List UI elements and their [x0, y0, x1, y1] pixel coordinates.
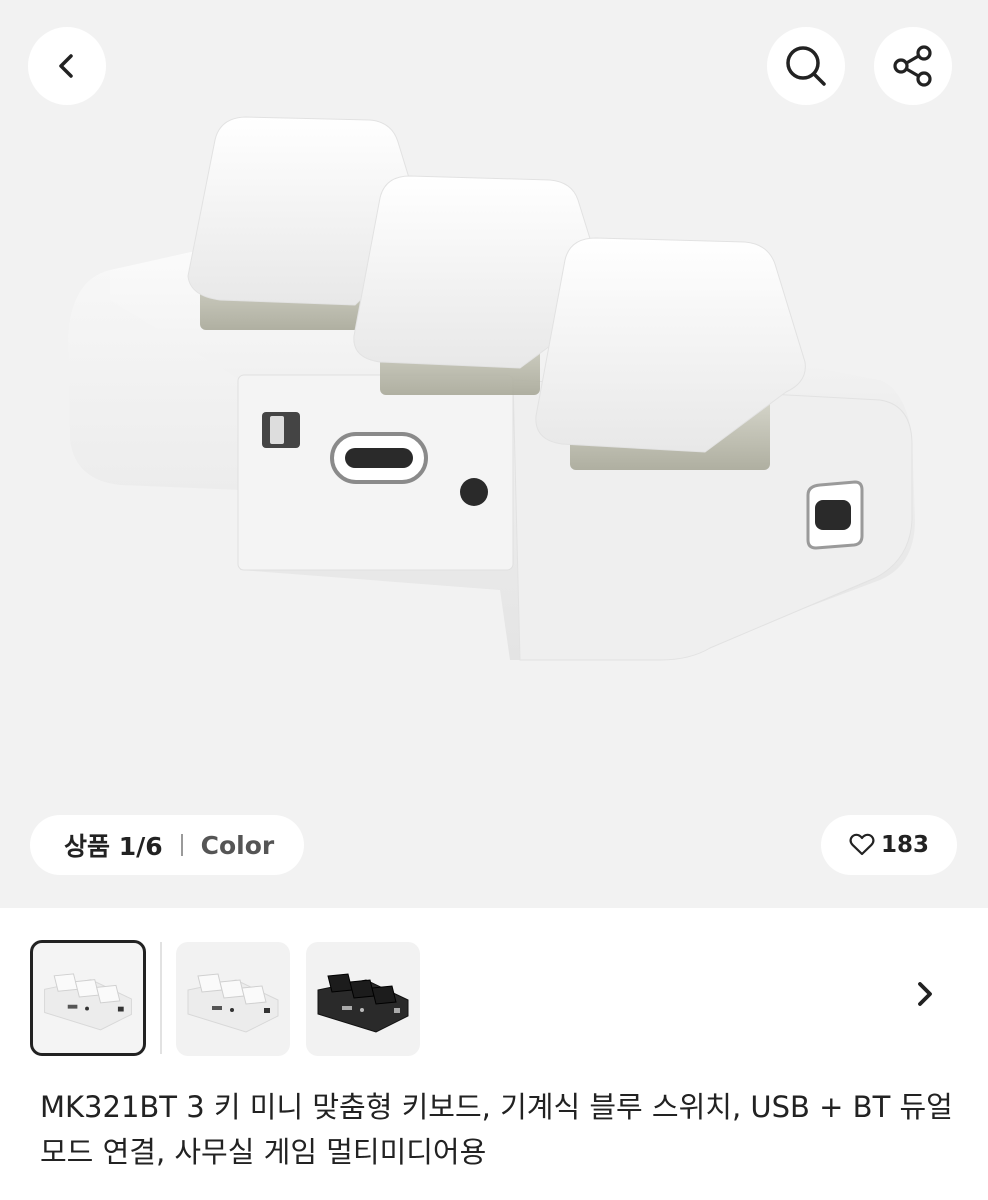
image-counter-label: 상품 1/6 — [64, 832, 163, 861]
search-button[interactable] — [767, 27, 845, 105]
option-label: Color — [200, 830, 275, 860]
product-image-gallery[interactable]: 상품 1/6 Color 183 — [0, 0, 988, 908]
thumbnail-next-button[interactable] — [905, 974, 945, 1014]
divider — [180, 834, 183, 856]
image-counter: 상품 1/6 Color — [30, 815, 305, 875]
like-button[interactable]: 183 — [821, 815, 957, 875]
thumbnail-black[interactable] — [306, 942, 420, 1056]
thumbnail-divider — [160, 942, 162, 1054]
back-button[interactable] — [28, 27, 106, 105]
thumbnail-white-selected[interactable] — [30, 940, 146, 1056]
thumbnail-image — [187, 973, 279, 1033]
chevron-left-icon — [59, 54, 73, 78]
like-count: 183 — [880, 832, 929, 858]
share-icon — [893, 45, 932, 87]
share-button[interactable] — [874, 27, 952, 105]
thumbnail-image — [317, 973, 409, 1033]
chevron-right-icon — [918, 982, 932, 1006]
heart-outline-icon — [849, 833, 875, 856]
thumbnail-strip — [0, 908, 988, 1078]
product-main-image[interactable] — [0, 100, 988, 800]
product-title: MK321BT 3 키 미니 맞춤형 키보드, 기계식 블루 스위치, USB … — [40, 1090, 953, 1169]
search-icon — [786, 46, 826, 86]
thumbnail-white[interactable] — [176, 942, 290, 1056]
thumbnail-image — [44, 973, 132, 1031]
